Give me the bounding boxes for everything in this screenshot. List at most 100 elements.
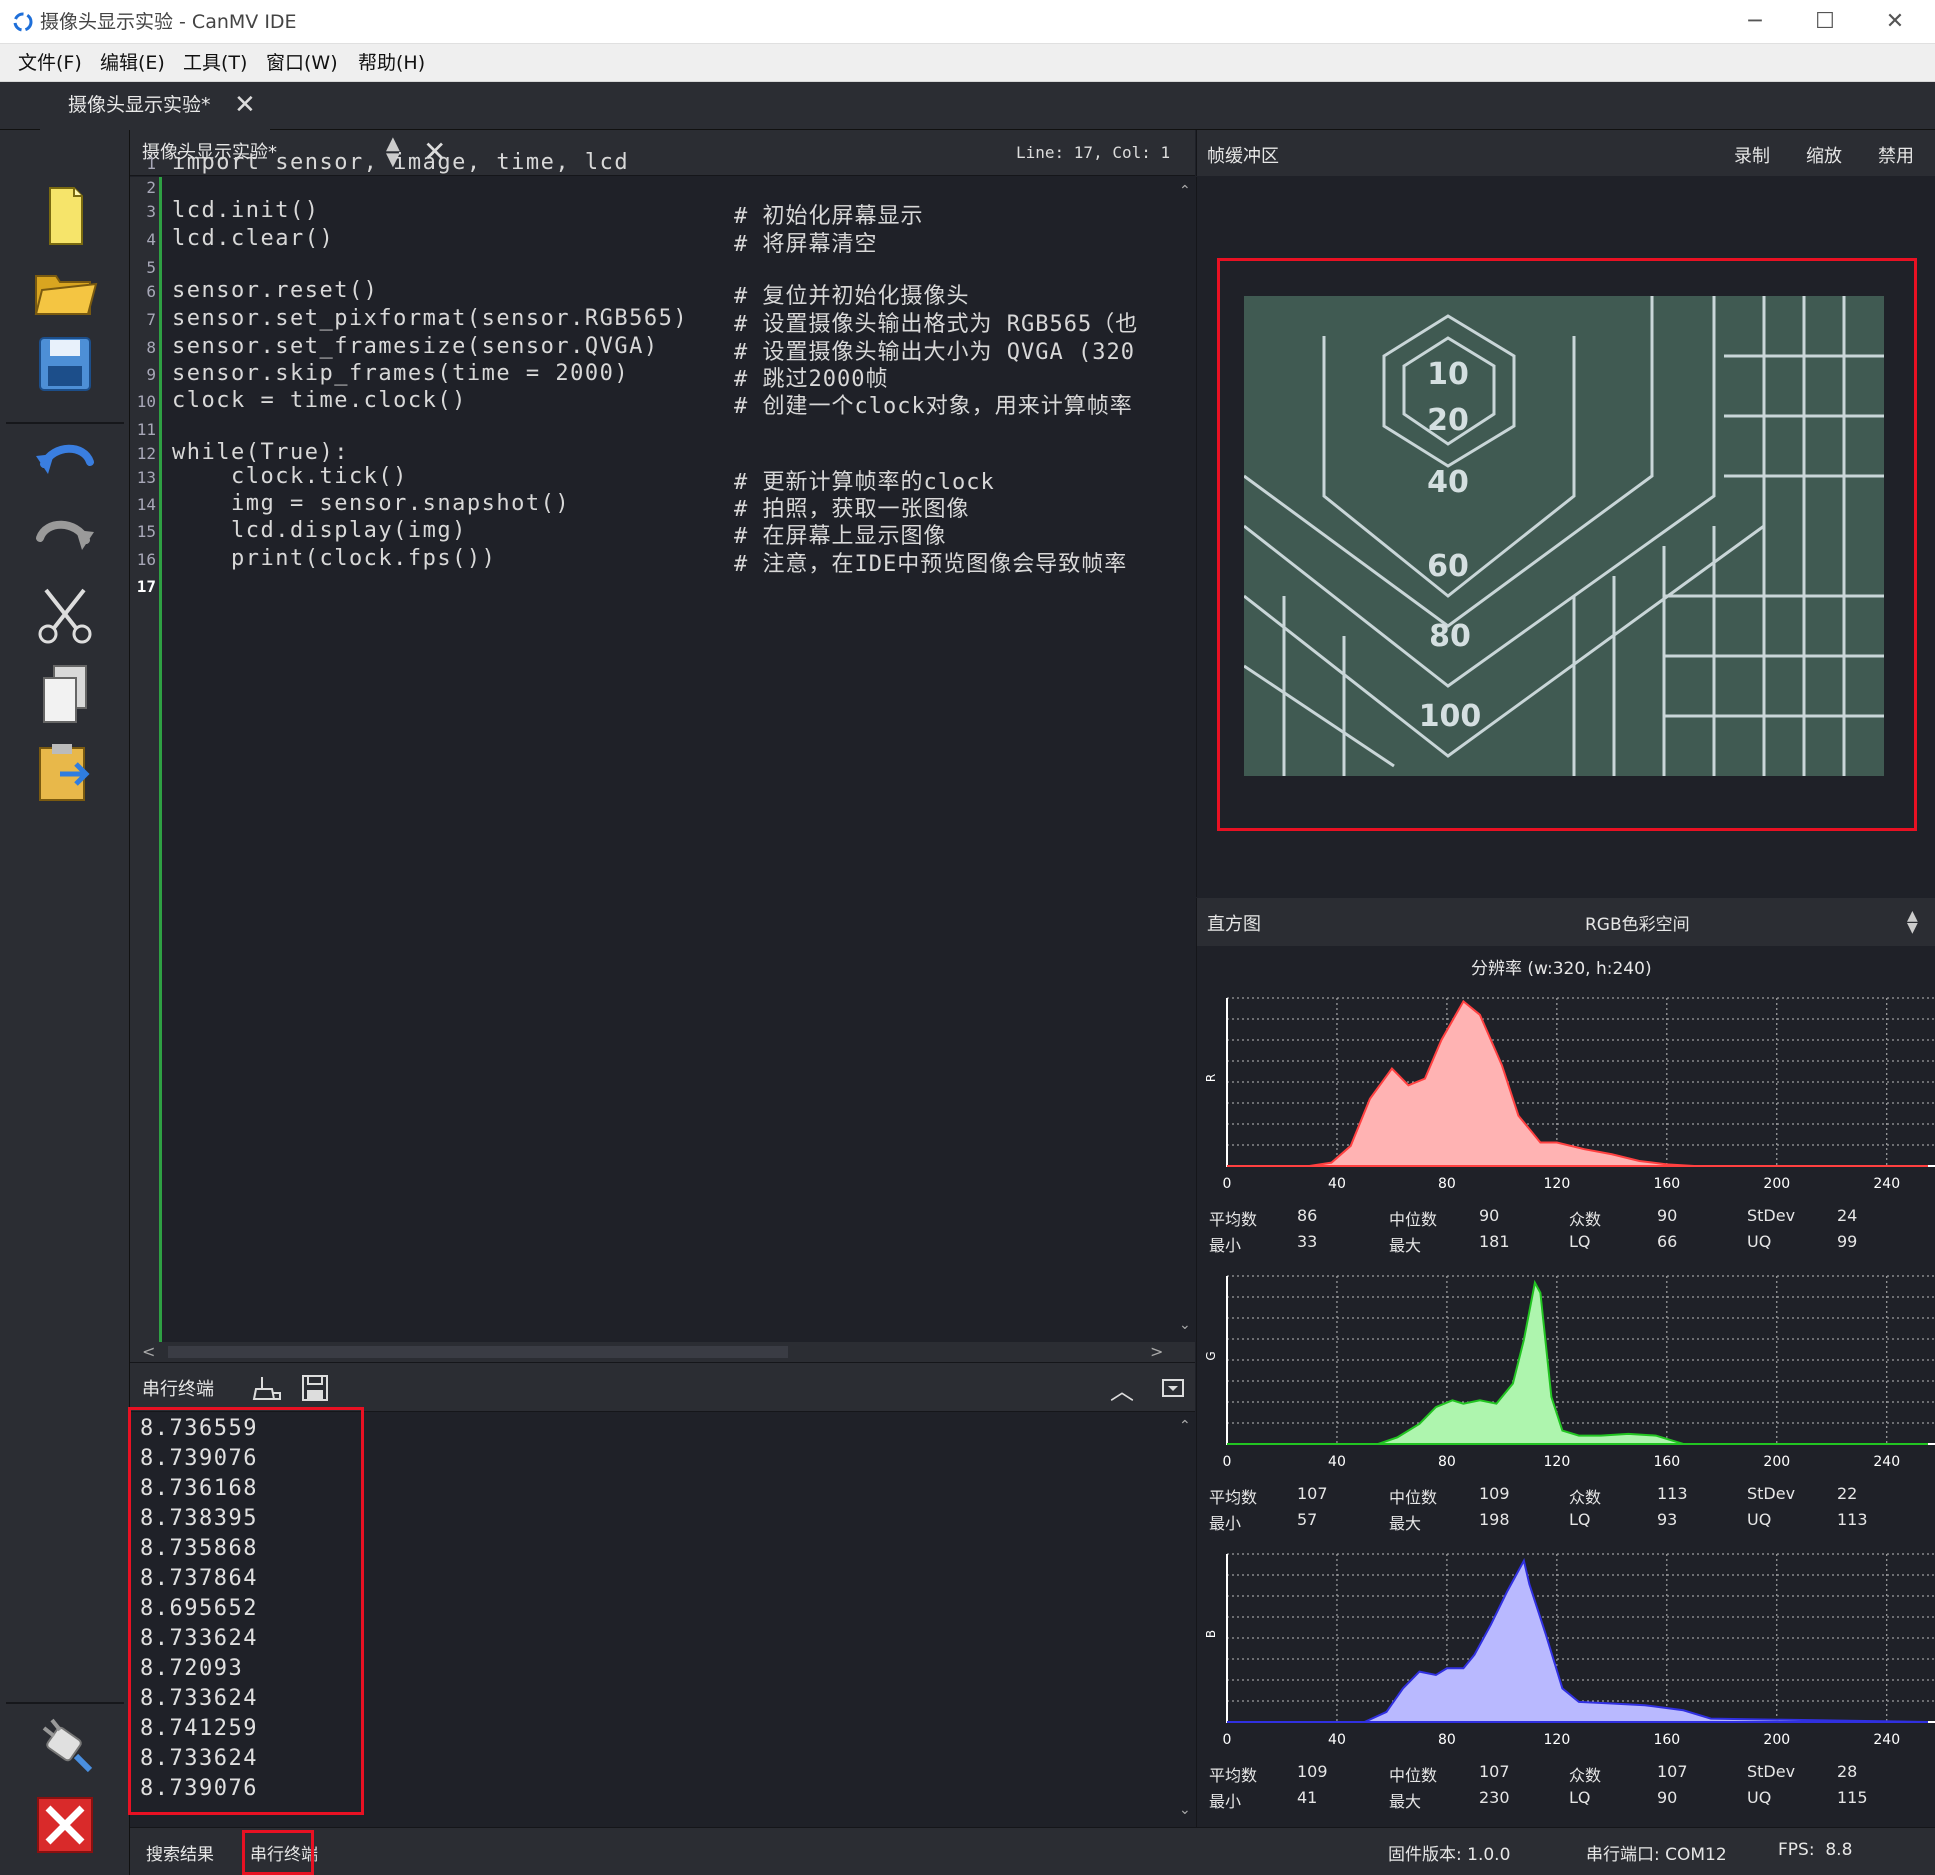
zoom-button[interactable]: 缩放 bbox=[1806, 142, 1842, 168]
code-line: clock = time.clock() bbox=[172, 388, 467, 413]
editor-horizontal-scrollbar[interactable]: < > bbox=[130, 1342, 1195, 1362]
axis-tick-label: 80 bbox=[1438, 1732, 1456, 1748]
cut-button[interactable] bbox=[30, 582, 100, 650]
axis-tick-label: 160 bbox=[1653, 1454, 1680, 1470]
axis-tick-label: 160 bbox=[1653, 1732, 1680, 1748]
search-results-tab[interactable]: 搜索结果 bbox=[146, 1840, 214, 1865]
open-folder-icon bbox=[34, 275, 98, 315]
redo-button[interactable] bbox=[30, 506, 100, 574]
paste-button[interactable] bbox=[30, 738, 100, 806]
stat-label-mode: 众数 bbox=[1569, 1488, 1602, 1507]
code-line: sensor.skip_frames(time = 2000) bbox=[172, 361, 630, 386]
minimize-button[interactable]: ─ bbox=[1725, 4, 1785, 40]
stat-label-min: 最小 bbox=[1209, 1236, 1242, 1255]
save-button[interactable] bbox=[30, 330, 100, 398]
menu-file[interactable]: 文件(F) bbox=[18, 44, 82, 82]
stat-value-min: 57 bbox=[1297, 1510, 1318, 1529]
code-line: lcd.display(img) bbox=[172, 518, 467, 543]
line-number: 6 bbox=[146, 282, 156, 301]
line-number: 5 bbox=[146, 258, 156, 277]
scroll-up-icon[interactable]: ⌃ bbox=[1179, 183, 1191, 199]
stat-value-mode: 113 bbox=[1657, 1484, 1688, 1503]
stat-label-median: 中位数 bbox=[1389, 1488, 1438, 1507]
serial-port: 串行端口: COM12 bbox=[1586, 1845, 1727, 1865]
line-number: 7 bbox=[146, 310, 156, 329]
save-terminal-icon[interactable] bbox=[300, 1373, 330, 1403]
panel-menu-icon[interactable] bbox=[1160, 1375, 1186, 1401]
connect-button[interactable] bbox=[30, 1712, 100, 1780]
document-tab[interactable]: 摄像头显示实验* ✕ bbox=[40, 82, 270, 130]
stat-label-mean: 平均数 bbox=[1209, 1488, 1258, 1507]
line-number: 1 bbox=[146, 154, 156, 173]
channel-label: B bbox=[1204, 1630, 1218, 1638]
menu-window[interactable]: 窗口(W) bbox=[266, 44, 338, 82]
code-line: clock.tick() bbox=[172, 464, 408, 489]
copy-button[interactable] bbox=[30, 660, 100, 728]
histogram-chart-g: G 0 40 80 120 160 200 240 bbox=[1204, 1275, 1935, 1470]
line-number: 14 bbox=[136, 495, 156, 514]
axis-tick-label: 40 bbox=[1328, 1454, 1346, 1470]
record-button[interactable]: 录制 bbox=[1734, 142, 1770, 168]
scroll-left-icon[interactable]: < bbox=[142, 1342, 155, 1361]
axis-tick-label: 40 bbox=[1328, 1176, 1346, 1192]
line-number: 15 bbox=[136, 522, 156, 541]
stat-value-mode: 107 bbox=[1657, 1762, 1688, 1781]
disable-button[interactable]: 禁用 bbox=[1878, 142, 1914, 168]
horizontal-scroll-thumb[interactable] bbox=[168, 1346, 788, 1358]
stat-label-stdev: StDev bbox=[1747, 1762, 1796, 1781]
axis-tick-label: 80 bbox=[1438, 1176, 1456, 1192]
stat-value-mode: 90 bbox=[1657, 1206, 1678, 1225]
code-line: import sensor, image, time, lcd bbox=[172, 150, 630, 175]
axis-tick-label: 120 bbox=[1544, 1454, 1571, 1470]
stop-button[interactable] bbox=[30, 1792, 100, 1860]
red-x-stop-icon bbox=[37, 1797, 93, 1853]
menu-tools[interactable]: 工具(T) bbox=[183, 44, 247, 82]
highlight-box-serial-tab bbox=[242, 1830, 314, 1875]
stat-value-stdev: 28 bbox=[1837, 1762, 1858, 1781]
stat-value-uq: 115 bbox=[1837, 1788, 1868, 1807]
framebuffer-header: 帧缓冲区 录制 缩放 禁用 bbox=[1196, 130, 1935, 176]
highlight-box-framebuffer bbox=[1217, 258, 1917, 831]
close-window-button[interactable]: ✕ bbox=[1865, 4, 1925, 40]
code-comment: # 创建一个clock对象，用来计算帧率 bbox=[734, 394, 1133, 419]
resolution-label: 分辨率 (w:320, h:240) bbox=[1471, 959, 1652, 979]
stat-value-mean: 86 bbox=[1297, 1206, 1318, 1225]
code-line: while(True): bbox=[172, 440, 349, 465]
stat-label-mean: 平均数 bbox=[1209, 1210, 1258, 1229]
scroll-down-icon[interactable]: ⌄ bbox=[1179, 1317, 1191, 1333]
clear-terminal-icon[interactable] bbox=[252, 1373, 282, 1403]
close-tab-icon[interactable]: ✕ bbox=[234, 90, 256, 120]
menu-help[interactable]: 帮助(H) bbox=[358, 44, 425, 82]
axis-tick-label: 0 bbox=[1223, 1176, 1232, 1192]
menu-edit[interactable]: 编辑(E) bbox=[100, 44, 165, 82]
document-tab-bar: 摄像头显示实验* ✕ bbox=[0, 82, 1935, 130]
menu-bar: 文件(F) 编辑(E) 工具(T) 窗口(W) 帮助(H) bbox=[0, 44, 1935, 82]
stat-value-uq: 113 bbox=[1837, 1510, 1868, 1529]
collapse-panel-icon[interactable]: ︿ bbox=[1110, 1371, 1134, 1406]
highlight-box-terminal bbox=[128, 1407, 364, 1815]
scroll-up-icon[interactable]: ⌃ bbox=[1179, 1418, 1191, 1434]
maximize-button[interactable]: ☐ bbox=[1795, 4, 1855, 40]
axis-tick-label: 200 bbox=[1763, 1454, 1790, 1470]
code-editor[interactable]: 1 2 3 4 5 6 7 8 9 10 11 12 13 14 15 16 17 ⌃ ⌄ import sen… bbox=[130, 150, 1195, 1342]
axis-tick-label: 160 bbox=[1653, 1176, 1680, 1192]
stat-value-lq: 90 bbox=[1657, 1788, 1678, 1807]
new-file-button[interactable] bbox=[30, 182, 100, 250]
axis-tick-label: 200 bbox=[1763, 1176, 1790, 1192]
firmware-version: 固件版本: 1.0.0 bbox=[1388, 1845, 1511, 1865]
stat-value-mean: 107 bbox=[1297, 1484, 1328, 1503]
cursor-position: Line: 17, Col: 1 bbox=[1016, 143, 1171, 162]
line-number: 9 bbox=[146, 365, 156, 384]
scroll-right-icon[interactable]: > bbox=[1150, 1342, 1163, 1361]
colorspace-selector[interactable]: RGB色彩空间 bbox=[1585, 910, 1690, 935]
histogram-area-b bbox=[1227, 1557, 1929, 1723]
stat-label-uq: UQ bbox=[1747, 1510, 1772, 1529]
open-file-button[interactable] bbox=[30, 256, 100, 324]
colorspace-arrows-icon[interactable]: ▲ ▼ bbox=[1907, 909, 1918, 935]
scroll-down-icon[interactable]: ⌄ bbox=[1179, 1802, 1191, 1818]
terminal-scrollbar[interactable]: ⌃ ⌄ bbox=[1175, 1412, 1195, 1827]
histogram-area-g bbox=[1227, 1279, 1928, 1445]
undo-button[interactable] bbox=[30, 430, 100, 498]
line-number: 4 bbox=[146, 230, 156, 249]
stat-label-mean: 平均数 bbox=[1209, 1766, 1258, 1785]
